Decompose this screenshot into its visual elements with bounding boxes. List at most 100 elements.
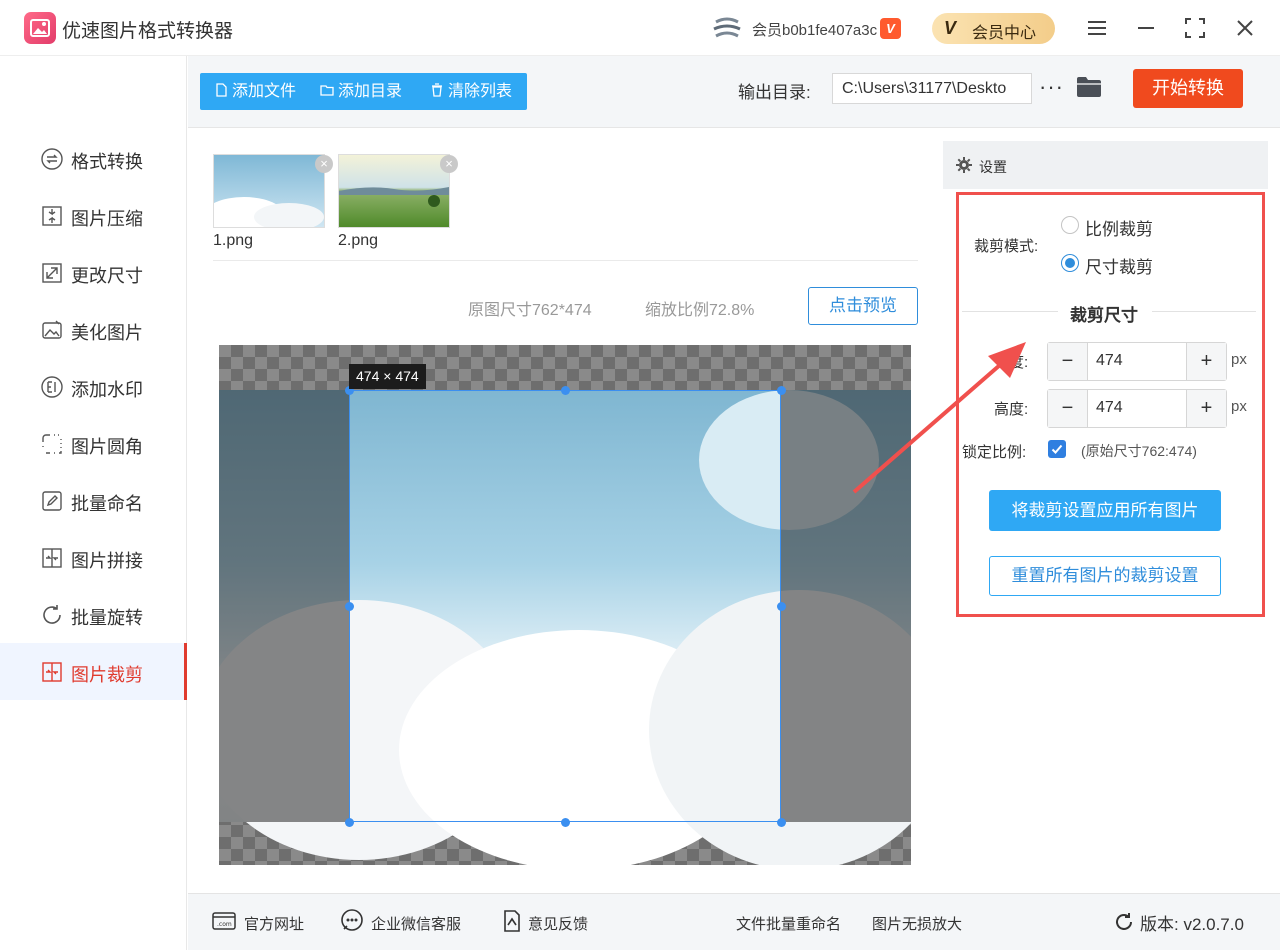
trash-icon — [432, 83, 442, 97]
size-crop-radio[interactable] — [1061, 254, 1079, 272]
crop-icon — [42, 662, 62, 682]
width-unit: px — [1231, 351, 1247, 368]
vip-center-label: 会员中心 — [972, 25, 1037, 42]
sky-thumbnail-image — [204, 155, 324, 233]
app-logo — [24, 12, 56, 44]
format-convert-icon — [41, 148, 63, 170]
file-icon — [216, 83, 227, 97]
app-title: 优速图片格式转换器 — [62, 21, 234, 42]
crop-size-section-title: 裁剪尺寸 — [1070, 306, 1138, 325]
folder-icon[interactable] — [1076, 76, 1102, 98]
vip-center-button[interactable]: V 会员中心 — [932, 13, 1055, 44]
width-value[interactable]: 474 — [1096, 352, 1123, 370]
width-decrease-button[interactable]: − — [1048, 343, 1088, 380]
add-dir-label: 添加目录 — [338, 83, 403, 100]
sidebar-item-rename[interactable]: 批量命名 — [0, 472, 187, 529]
landscape-thumbnail-image — [339, 155, 449, 227]
member-avatar-icon[interactable] — [712, 16, 742, 42]
crop-handle-bottom-right[interactable] — [777, 818, 786, 827]
crop-handle-bottom[interactable] — [561, 818, 570, 827]
svg-text:.com: .com — [217, 921, 232, 928]
sidebar: 格式转换 图片压缩 更改尺寸 美化图片 添加水印 图片圆角 批量命名 图片拼接 … — [0, 56, 187, 950]
lossless-enlarge-link[interactable]: 图片无损放大 — [872, 913, 962, 934]
zoom-ratio-text: 缩放比例72.8% — [645, 302, 755, 319]
height-stepper[interactable]: − 474 + — [1047, 389, 1227, 428]
original-ratio-note: (原始尺寸762:474) — [1081, 443, 1197, 459]
gear-icon — [956, 157, 972, 173]
width-increase-button[interactable]: + — [1186, 343, 1226, 380]
batch-rename-link[interactable]: 文件批量重命名 — [736, 913, 841, 934]
sidebar-item-label: 图片圆角 — [71, 437, 143, 457]
sidebar-item-round-corner[interactable]: 图片圆角 — [0, 415, 187, 472]
ratio-crop-label[interactable]: 比例裁剪 — [1085, 215, 1153, 240]
size-crop-label[interactable]: 尺寸裁剪 — [1085, 253, 1153, 278]
section-divider-right — [1152, 311, 1256, 312]
lock-ratio-checkbox[interactable] — [1048, 440, 1066, 458]
crop-handle-bottom-left[interactable] — [345, 818, 354, 827]
sidebar-item-label: 图片裁剪 — [71, 665, 143, 685]
crop-mask-left — [219, 390, 349, 822]
output-dir-label: 输出目录: — [738, 83, 811, 102]
sidebar-item-beautify[interactable]: 美化图片 — [0, 301, 187, 358]
add-file-label: 添加文件 — [232, 83, 297, 100]
sidebar-item-rotate[interactable]: 批量旋转 — [0, 586, 187, 643]
sidebar-item-crop[interactable]: 图片裁剪 — [0, 643, 187, 700]
wechat-service-icon[interactable] — [340, 909, 364, 933]
sidebar-item-watermark[interactable]: 添加水印 — [0, 358, 187, 415]
height-value[interactable]: 474 — [1096, 399, 1123, 417]
feedback-link[interactable]: 意见反馈 — [528, 913, 588, 934]
sidebar-item-label: 批量旋转 — [71, 608, 143, 628]
crop-size-tag: 474 × 474 — [349, 364, 426, 389]
crop-handle-top[interactable] — [561, 386, 570, 395]
clear-list-button[interactable]: 清除列表 — [430, 73, 512, 110]
close-icon[interactable] — [1231, 14, 1259, 42]
crop-handle-left[interactable] — [345, 602, 354, 611]
height-decrease-button[interactable]: − — [1048, 390, 1088, 427]
preview-button[interactable]: 点击预览 — [808, 287, 918, 325]
output-dir-field[interactable]: C:\Users\31177\Deskto — [832, 73, 1032, 104]
remove-file-2-icon[interactable]: × — [440, 155, 458, 173]
refresh-icon[interactable] — [1112, 910, 1136, 934]
sidebar-item-compress[interactable]: 图片压缩 — [0, 187, 187, 244]
folder-outline-icon — [320, 85, 334, 96]
sidebar-item-stitch[interactable]: 图片拼接 — [0, 529, 187, 586]
minimize-icon[interactable] — [1132, 14, 1160, 42]
ratio-crop-radio[interactable] — [1061, 216, 1079, 234]
wechat-service-link[interactable]: 企业微信客服 — [371, 913, 461, 934]
crop-selection-box[interactable] — [349, 390, 781, 822]
browse-more-button[interactable]: ··· — [1039, 74, 1064, 100]
crop-handle-top-right[interactable] — [777, 386, 786, 395]
clear-list-label: 清除列表 — [448, 83, 513, 100]
menu-icon[interactable] — [1083, 14, 1111, 42]
check-icon — [1051, 444, 1063, 454]
width-stepper[interactable]: − 474 + — [1047, 342, 1227, 381]
height-increase-button[interactable]: + — [1186, 390, 1226, 427]
beautify-icon — [42, 320, 62, 339]
website-icon[interactable]: .com — [212, 909, 236, 933]
sidebar-item-label: 批量命名 — [71, 494, 143, 514]
vip-icon: V — [944, 18, 957, 38]
remove-file-1-icon[interactable]: × — [315, 155, 333, 173]
rename-icon — [42, 491, 62, 511]
maximize-icon[interactable] — [1181, 14, 1209, 42]
settings-title: 设置 — [979, 159, 1007, 175]
feedback-icon[interactable] — [500, 909, 524, 933]
title-bar: 优速图片格式转换器 会员b0b1fe407a3c V V 会员中心 — [0, 0, 1280, 56]
start-convert-button[interactable]: 开始转换 — [1133, 69, 1243, 108]
crop-canvas[interactable]: 474 × 474 — [219, 345, 911, 865]
reset-all-button[interactable]: 重置所有图片的裁剪设置 — [989, 556, 1221, 596]
rotate-icon — [43, 605, 61, 624]
height-unit: px — [1231, 398, 1247, 415]
stitch-icon — [42, 548, 62, 568]
sidebar-item-resize[interactable]: 更改尺寸 — [0, 244, 187, 301]
sidebar-item-format-convert[interactable]: 格式转换 — [0, 130, 187, 187]
crop-handle-right[interactable] — [777, 602, 786, 611]
add-dir-button[interactable]: 添加目录 — [320, 73, 402, 110]
official-site-link[interactable]: 官方网址 — [244, 913, 304, 934]
file-thumbnail[interactable] — [204, 154, 325, 233]
thumbnail-divider — [213, 260, 918, 261]
add-file-button[interactable]: 添加文件 — [214, 73, 296, 110]
version-text: 版本: v2.0.7.0 — [1140, 915, 1244, 934]
crop-mode-label: 裁剪模式: — [974, 238, 1039, 255]
file-thumbnail[interactable] — [338, 154, 450, 228]
